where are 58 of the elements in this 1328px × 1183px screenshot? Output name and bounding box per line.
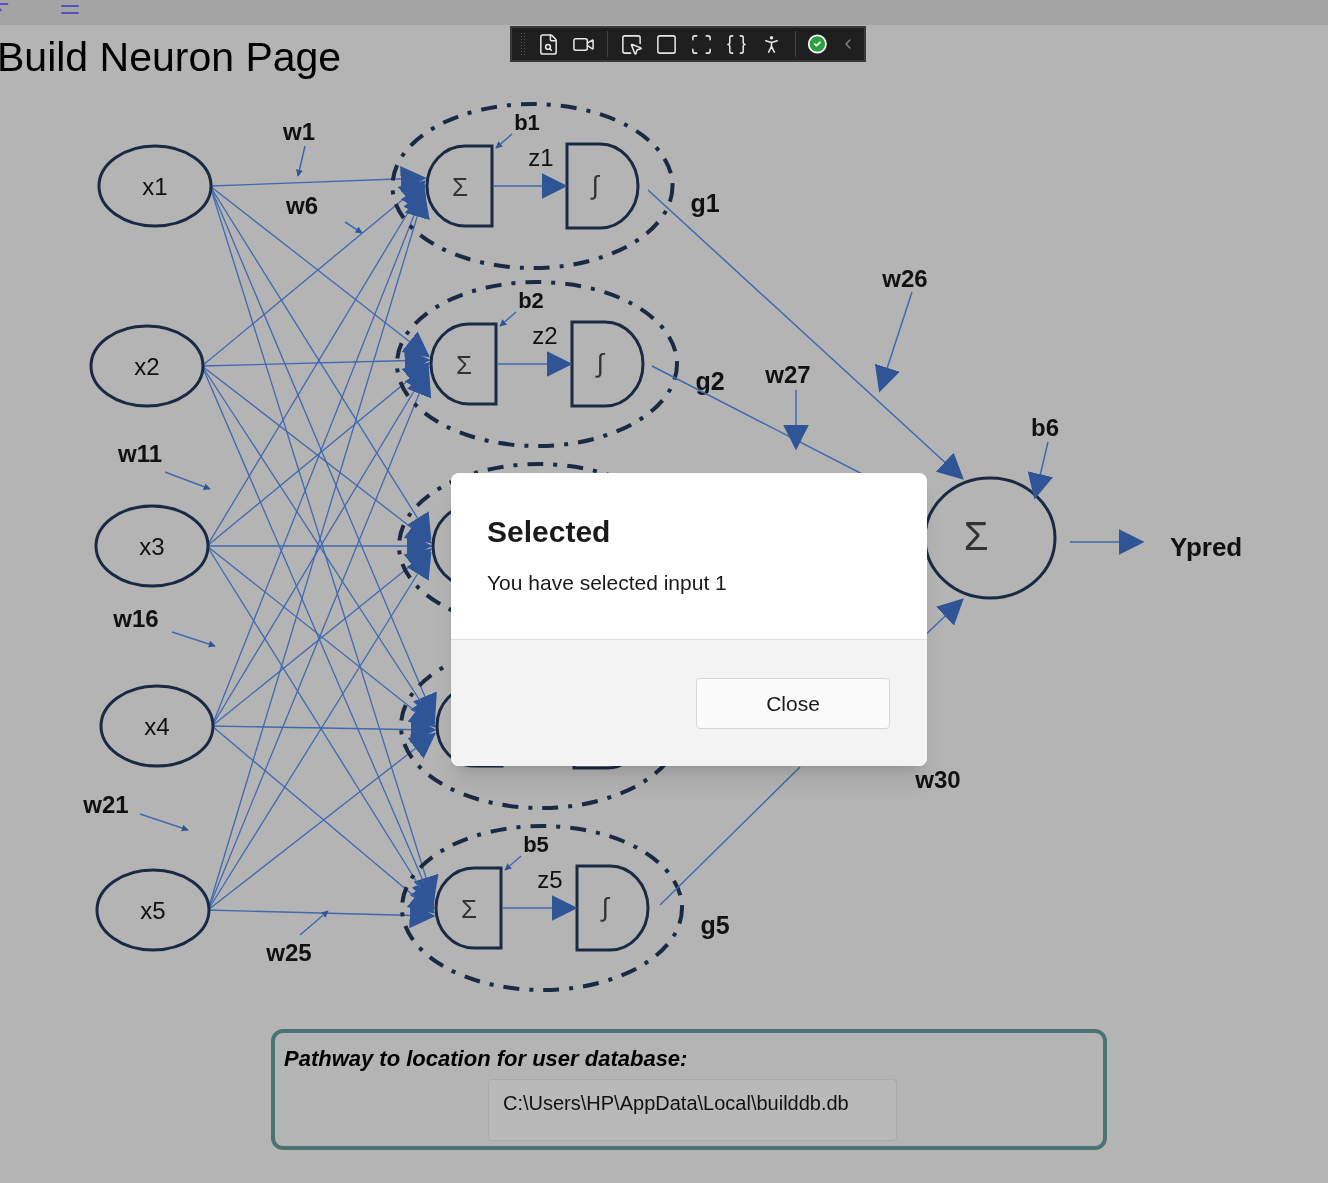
weight-arrow [171, 631, 216, 648]
input-label: x4 [144, 713, 170, 740]
integral-symbol: ∫ [601, 892, 609, 922]
bias-arrow [499, 311, 517, 327]
scan-button[interactable] [689, 32, 713, 56]
bias-label: b6 [1031, 414, 1059, 441]
bias-arrow [1027, 441, 1054, 500]
weight-label: w30 [915, 766, 961, 793]
sum-symbol: Σ [460, 894, 478, 924]
bias-arrow [504, 855, 522, 871]
input-node[interactable] [95, 868, 211, 952]
select-element-button[interactable] [619, 32, 643, 56]
sum-symbol: Σ [451, 172, 469, 202]
weight-label: w11 [118, 440, 162, 467]
input-label: x1 [142, 173, 168, 200]
close-button[interactable]: Close [696, 678, 890, 729]
bias-arrow [495, 133, 513, 149]
dialog-message: You have selected input 1 [487, 569, 728, 596]
sum-symbol: Σ [963, 514, 989, 558]
weight-label: w6 [286, 192, 318, 219]
weight-label: w25 [266, 939, 312, 966]
weight-label: w16 [113, 605, 159, 632]
weight-label: w27 [765, 361, 811, 388]
integral-symbol: ∫ [596, 348, 604, 378]
input-label: x2 [134, 353, 160, 380]
bias-label: b2 [518, 288, 544, 313]
braces-button[interactable] [724, 32, 748, 56]
output-label: Ypred [1170, 532, 1243, 562]
weight-label: w1 [283, 118, 315, 145]
sum-symbol: Σ [455, 350, 473, 380]
weight-arrow [299, 910, 329, 936]
input-node[interactable] [94, 504, 210, 588]
output-label: g5 [700, 911, 730, 939]
input-node[interactable] [97, 144, 213, 228]
input-node[interactable] [89, 324, 205, 408]
bias-label: b1 [514, 110, 540, 135]
dialog-title: Selected [487, 514, 612, 550]
weight-arrow [783, 389, 809, 451]
database-path-field[interactable]: C:\Users\HP\AppData\Local\builddb.db [488, 1078, 897, 1141]
weight-arrow [164, 471, 211, 491]
output-label: g2 [695, 367, 725, 395]
weight-arrow [139, 813, 189, 832]
weight-label: w21 [83, 791, 129, 818]
bias-label: b5 [523, 832, 549, 857]
square-button[interactable] [654, 32, 678, 56]
weight-label: w26 [882, 265, 928, 292]
z-label: z2 [532, 322, 558, 349]
input-node[interactable] [99, 684, 215, 768]
database-label: Pathway to location for user database: [284, 1045, 689, 1073]
weight-arrow [296, 145, 306, 177]
weight-arrow [344, 221, 363, 234]
z-label: z5 [537, 866, 563, 893]
z-label: z1 [528, 144, 554, 171]
output-label: g1 [690, 189, 720, 217]
input-label: x3 [139, 533, 165, 560]
integral-symbol: ∫ [591, 170, 599, 200]
page-title: Build Neuron Page [0, 33, 342, 82]
input-label: x5 [140, 897, 166, 924]
